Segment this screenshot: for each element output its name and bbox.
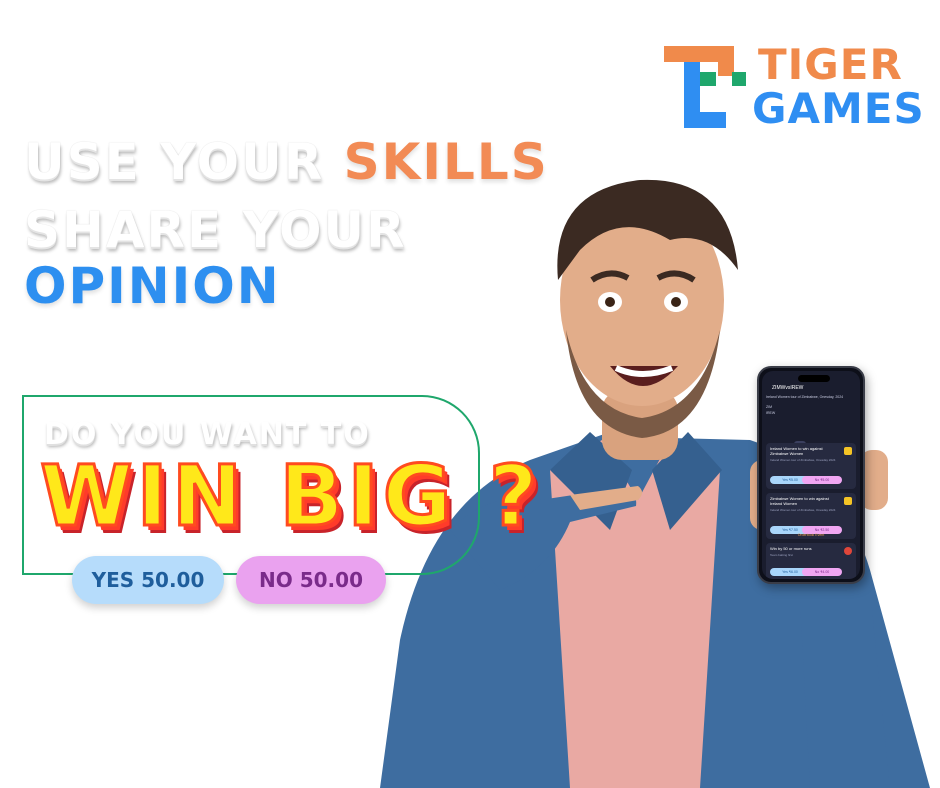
headline-use-your: USE YOUR bbox=[24, 133, 344, 191]
phone-card-subtitle: Team batting first bbox=[770, 553, 793, 557]
phone-notch bbox=[798, 375, 830, 382]
phone-card-badge bbox=[844, 497, 852, 505]
phone-match-line: Ireland Women tour of Zimbabwe, Onesday,… bbox=[766, 395, 844, 399]
phone-orderbook-link[interactable]: Orderbook Event bbox=[766, 533, 856, 537]
no-button[interactable]: NO 50.00 bbox=[236, 556, 386, 604]
tiger-games-logo: TIGER GAMES bbox=[662, 40, 924, 136]
headline-share-your: SHARE YOUR bbox=[24, 201, 407, 259]
phone-card-subtitle: Ireland Women tour of Zimbabwe, Onesday … bbox=[770, 508, 836, 512]
logo-t-icon bbox=[664, 46, 746, 128]
yes-button[interactable]: YES 50.00 bbox=[72, 556, 224, 604]
callout-title: WIN BIG ? bbox=[39, 447, 542, 546]
phone-score-ire: IREW bbox=[766, 411, 776, 415]
phone-card: Ireland Women to win against Zimbabwe Wo… bbox=[766, 443, 856, 489]
phone-card-title: Zimbabwe Women to win against Ireland Wo… bbox=[770, 496, 829, 506]
phone-card-badge bbox=[844, 447, 852, 455]
phone-card-no-button[interactable]: No ₹4.00 bbox=[802, 568, 842, 576]
brand-line1: TIGER bbox=[758, 40, 903, 89]
phone-screen: ZIMWvsIREW Ireland Women tour of Zimbabw… bbox=[762, 371, 860, 579]
phone-card-title: Win by 50 or more runs bbox=[770, 546, 812, 551]
phone-card: Win by 50 or more runs Team batting firs… bbox=[766, 543, 856, 579]
phone-score-zim: ZIM bbox=[766, 405, 773, 409]
phone-card-no-button[interactable]: No ₹5.00 bbox=[802, 476, 842, 484]
phone-card-subtitle: Ireland Women tour of Zimbabwe, Onesday … bbox=[770, 458, 836, 462]
phone-card-badge bbox=[844, 547, 852, 555]
phone-header: ZIMWvsIREW bbox=[772, 385, 804, 391]
phone-mockup: ZIMWvsIREW Ireland Women tour of Zimbabw… bbox=[757, 366, 865, 584]
phone-tabs: AllRunsWinBoundariesWickets bbox=[766, 433, 860, 449]
phone-card-title: Ireland Women to win against Zimbabwe Wo… bbox=[770, 446, 823, 456]
headline-opinion: OPINION bbox=[24, 257, 281, 315]
brand-line2: GAMES bbox=[752, 84, 925, 133]
